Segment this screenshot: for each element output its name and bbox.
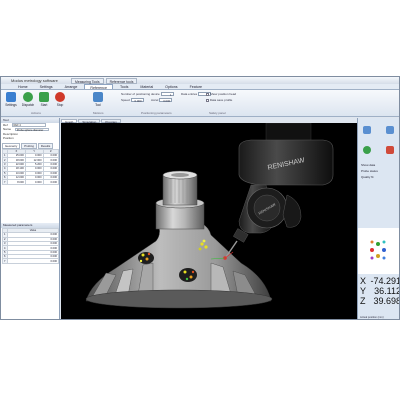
table-row[interactable]: 7 0.000: [2, 258, 59, 264]
3d-viewport[interactable]: RENISHAW RENISHAW: [61, 123, 357, 319]
ribbon: Settings Dispatch Start Stop Tool Number…: [1, 90, 399, 117]
tab-reference[interactable]: Reference: [84, 84, 113, 90]
probe-icon[interactable]: [386, 146, 394, 154]
coord-x-value: -74.291: [370, 276, 400, 286]
right-item-show-data[interactable]: Show data: [361, 163, 375, 167]
accel-field: Accel 0.000: [151, 98, 173, 104]
coord-z-row: Z 39.698: [360, 296, 400, 306]
speed-input[interactable]: 0.000: [130, 98, 144, 103]
tab-settings[interactable]: Settings: [35, 84, 58, 89]
data-save-profile-check[interactable]: Data save profile: [206, 98, 232, 102]
stop-icon: [55, 92, 65, 102]
group-label-positioning: Positioning parameters: [141, 111, 172, 115]
right-item-probe-status[interactable]: Probe status: [361, 169, 378, 173]
start-button[interactable]: Start: [37, 92, 51, 111]
group-label-actions: Actions: [31, 111, 41, 115]
geometry-table: X Y Z 1 25.000 0.000 0.000 2 18.000 12.000 0.0…: [2, 148, 60, 185]
window-title: Modus metrology software: [11, 78, 58, 83]
tab-results[interactable]: Results: [37, 142, 54, 149]
right-panel: Show data Probe status Quality fit X -74…: [357, 118, 400, 319]
positioning-device-field: Number of positioning device 1: [121, 92, 174, 98]
show-position-head-check[interactable]: Show position head: [206, 92, 236, 96]
coord-x-row: X -74.291: [360, 276, 400, 286]
zoom-icon[interactable]: [386, 126, 394, 134]
tab-tools[interactable]: Tools: [115, 84, 133, 89]
coord-y-value: 36.112: [374, 286, 400, 296]
tab-material[interactable]: Material: [135, 84, 158, 89]
positioning-device-input[interactable]: 1: [160, 92, 174, 97]
view-icon[interactable]: [363, 126, 371, 134]
coord-z-value: 39.698: [373, 296, 400, 306]
settings-button[interactable]: Settings: [4, 92, 18, 111]
axis-widget-area: [358, 228, 400, 274]
checkbox-icon: [206, 92, 209, 96]
axis-compass-icon[interactable]: [358, 228, 400, 274]
group-label-safety: Safety panel: [209, 111, 226, 115]
tab-options[interactable]: Options: [160, 84, 182, 89]
left-panel: Tool Ref REF 4 Name Probe sphere diamete…: [1, 118, 60, 319]
table-row[interactable]: 7 8.000 0.000 0.000: [2, 179, 60, 185]
name-input[interactable]: Probe sphere diameter: [14, 127, 49, 132]
probe-icon: [93, 92, 103, 102]
accel-input[interactable]: 0.000: [159, 98, 173, 103]
tab-feature[interactable]: Feature: [185, 84, 207, 89]
coord-y-row: Y 36.112: [360, 286, 400, 296]
speed-field: Speed 0.000: [121, 98, 144, 104]
coord-y-label: Y: [360, 286, 367, 296]
tool-button[interactable]: Tool: [91, 92, 105, 111]
title-bar: Modus metrology software: [1, 77, 399, 84]
gear-icon: [6, 92, 16, 102]
scene-svg: RENISHAW RENISHAW: [85, 123, 334, 309]
coord-z-label: Z: [360, 296, 366, 306]
tab-home[interactable]: Home: [13, 84, 33, 89]
dispatch-button[interactable]: Dispatch: [21, 92, 35, 111]
left-panel-tabs: Geometry Probing Results: [1, 142, 59, 149]
arrows-icon: [23, 92, 33, 102]
parameters-table: Value 1 0.000 2 0.000 3 0.000 4 0.000 5 0.000…: [2, 227, 59, 264]
tab-arrange[interactable]: Arrange: [60, 84, 83, 89]
tab-probing[interactable]: Probing: [21, 142, 37, 149]
tab-geometry[interactable]: Geometry: [2, 142, 21, 149]
coordinate-footer: Actual position (mm): [360, 316, 384, 319]
field-position: Position: [3, 136, 14, 141]
coordinate-readout: X -74.291 Y 36.112 Z 39.698: [360, 276, 400, 306]
group-label-motions: Motions: [93, 111, 104, 115]
rotate-icon[interactable]: [363, 146, 371, 154]
start-icon: [39, 92, 49, 102]
coord-x-label: X: [360, 276, 367, 286]
probe-head: RENISHAW RENISHAW: [210, 123, 334, 260]
stop-button[interactable]: Stop: [53, 92, 67, 111]
application-window: Modus metrology software Measuring Tools…: [0, 76, 400, 320]
right-item-quality-fit[interactable]: Quality fit: [361, 175, 374, 179]
checkbox-icon: [206, 98, 209, 102]
